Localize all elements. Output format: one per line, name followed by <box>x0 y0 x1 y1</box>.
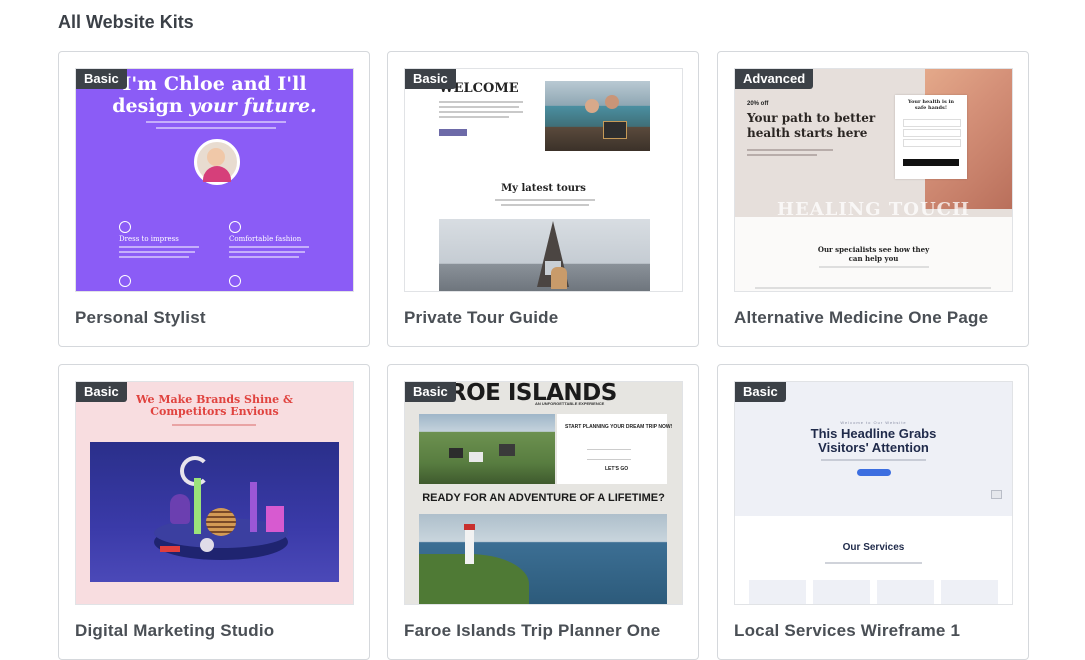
kit-title[interactable]: Personal Stylist <box>75 308 206 328</box>
kit-badge: Basic <box>76 69 127 89</box>
preview-headline-3: your future. <box>189 95 317 117</box>
kit-title[interactable]: Faroe Islands Trip Planner One <box>404 621 660 641</box>
kit-preview-image[interactable]: Advanced 20% off Your path to better hea… <box>734 68 1013 292</box>
page-title: All Website Kits <box>58 12 194 32</box>
kit-badge: Basic <box>76 382 127 402</box>
preview-offer: 20% off <box>747 101 769 107</box>
preview-headline-2: design <box>112 95 183 117</box>
kit-card-digital-marketing-studio[interactable]: Basic We Make Brands Shine & Competitors… <box>58 364 370 660</box>
preview-contact-form: Your health is in safe hands! <box>895 95 967 179</box>
kit-title[interactable]: Private Tour Guide <box>404 308 558 328</box>
preview-section-title: Our Services <box>842 542 905 553</box>
kit-badge: Advanced <box>735 69 814 89</box>
preview-banner: READY FOR AN ADVENTURE OF A LIFETIME? <box>422 492 665 504</box>
preview-section-title: Our specialists see how they can help yo… <box>817 245 930 263</box>
portrait-image <box>194 139 240 185</box>
kit-card-faroe-islands[interactable]: Basic FAROE ISLANDS AN UNFORGETTABLE EXP… <box>387 364 699 660</box>
kit-title[interactable]: Local Services Wireframe 1 <box>734 621 960 641</box>
preview-trip-form: START PLANNING YOUR DREAM TRIP NOW! LET'… <box>557 414 672 484</box>
kit-title[interactable]: Alternative Medicine One Page <box>734 308 988 328</box>
eiffel-tower-photo <box>439 219 650 291</box>
kit-preview-image[interactable]: Basic Welcome to Our Website This Headli… <box>734 381 1013 605</box>
preview-form-title: Your health is in safe hands! <box>907 99 955 111</box>
3d-shapes-image <box>90 442 339 582</box>
kit-preview-image[interactable]: Basic We Make Brands Shine & Competitors… <box>75 381 354 605</box>
preview-headline: Your path to better health starts here <box>747 111 876 140</box>
kit-badge: Basic <box>405 69 456 89</box>
kit-card-private-tour-guide[interactable]: Basic WELCOME My latest tours Private To… <box>387 51 699 347</box>
preview-headline: We Make Brands Shine & Competitors Envio… <box>136 393 293 418</box>
preview-form-title: START PLANNING YOUR DREAM TRIP NOW! <box>565 424 673 430</box>
kit-card-local-services-wireframe[interactable]: Basic Welcome to Our Website This Headli… <box>717 364 1029 660</box>
travelers-photo <box>545 81 650 151</box>
preview-cta: LET'S GO <box>605 466 629 472</box>
lighthouse-photo <box>419 514 667 604</box>
kit-card-alternative-medicine[interactable]: Advanced 20% off Your path to better hea… <box>717 51 1029 347</box>
kit-badge: Basic <box>735 382 786 402</box>
kit-badge: Basic <box>405 382 456 402</box>
kit-preview-image[interactable]: Basic I'm Chloe and I'll design your fut… <box>75 68 354 292</box>
village-photo <box>419 414 555 484</box>
preview-cta-button <box>857 469 891 476</box>
image-placeholder-icon <box>991 490 1002 499</box>
kit-card-personal-stylist[interactable]: Basic I'm Chloe and I'll design your fut… <box>58 51 370 347</box>
preview-feature-1: Dress to impress <box>119 235 179 243</box>
preview-feature-2: Comfortable fashion <box>229 235 302 243</box>
kit-title[interactable]: Digital Marketing Studio <box>75 621 274 641</box>
preview-kicker: Welcome to Our Website <box>840 420 907 425</box>
preview-tagline: AN UNFORGETTABLE EXPERIENCE <box>535 401 605 406</box>
preview-section-title: My latest tours <box>501 183 586 194</box>
kit-preview-image[interactable]: Basic FAROE ISLANDS AN UNFORGETTABLE EXP… <box>404 381 683 605</box>
kit-preview-image[interactable]: Basic WELCOME My latest tours <box>404 68 683 292</box>
preview-headline: This Headline Grabs Visitors' Attention <box>810 426 937 455</box>
